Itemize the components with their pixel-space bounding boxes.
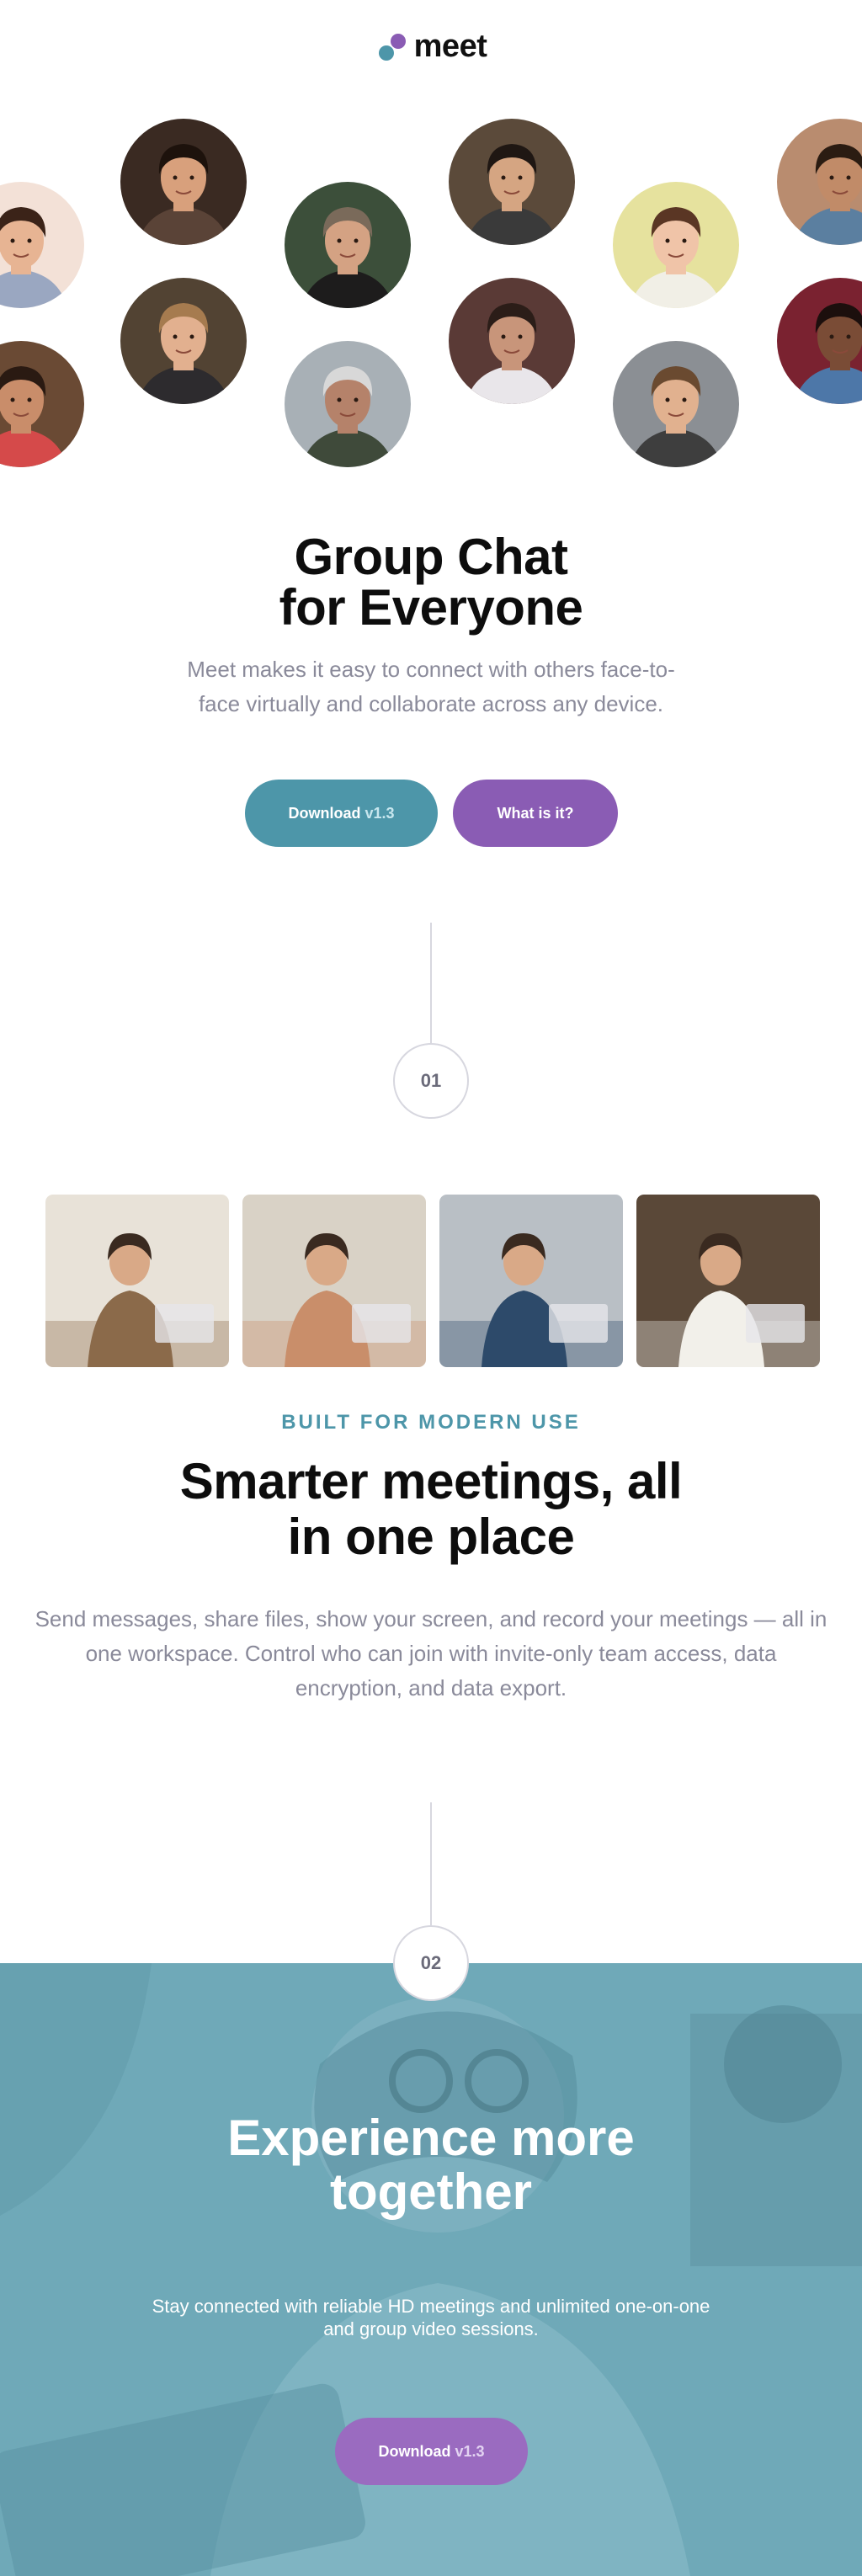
site-logo[interactable]: meet	[0, 29, 862, 65]
brand-name: meet	[413, 29, 487, 64]
what-is-it-label: What is it?	[497, 804, 574, 822]
features-eyebrow: BUILT FOR MODERN USE	[281, 1411, 581, 1434]
features-body: Send messages, share files, show your sc…	[35, 1606, 827, 1700]
cta-download-label: Download	[378, 2442, 451, 2460]
step-badge-01: 01	[393, 1043, 469, 1119]
hero-subtitle: Meet makes it easy to connect with other…	[187, 657, 675, 716]
download-label: Download	[288, 804, 361, 822]
person-avatar	[120, 278, 247, 404]
hero-title: Group Chat for Everyone	[279, 529, 583, 636]
person-avatar	[120, 119, 247, 245]
person-avatar	[613, 341, 739, 467]
person-avatar	[777, 119, 862, 245]
person-avatar	[777, 278, 862, 404]
download-version: v1.3	[364, 804, 395, 822]
what-is-it-button[interactable]: What is it?	[453, 780, 618, 847]
step-connector-line	[430, 1802, 432, 1925]
person-avatar	[0, 341, 84, 467]
step-connector-line	[430, 923, 432, 1043]
meet-logo-icon	[375, 30, 406, 64]
video-call-tablet-photo	[439, 1195, 623, 1367]
person-avatar	[285, 182, 411, 308]
download-button[interactable]: Download v1.3	[245, 780, 438, 847]
cta-title: Experience more together	[227, 2110, 635, 2220]
person-avatar	[449, 278, 575, 404]
cta-subtitle: Stay connected with reliable HD meetings…	[152, 2296, 710, 2339]
cta-download-version: v1.3	[455, 2442, 485, 2460]
person-avatar	[449, 119, 575, 245]
cta-download-button[interactable]: Download v1.3	[335, 2418, 528, 2485]
family-phone-photo	[242, 1195, 426, 1367]
person-avatar	[0, 182, 84, 308]
landing-page: meet Group Chat for Everyone Meet makes …	[0, 0, 862, 2576]
person-avatar	[285, 341, 411, 467]
woman-laptop-photo	[45, 1195, 229, 1367]
man-phone-photo	[636, 1195, 820, 1367]
person-avatar	[613, 182, 739, 308]
cta-section: Experience more together Stay connected …	[0, 1963, 862, 2576]
features-title: Smarter meetings, all in one place	[179, 1453, 683, 1565]
step-badge-02: 02	[393, 1925, 469, 2001]
